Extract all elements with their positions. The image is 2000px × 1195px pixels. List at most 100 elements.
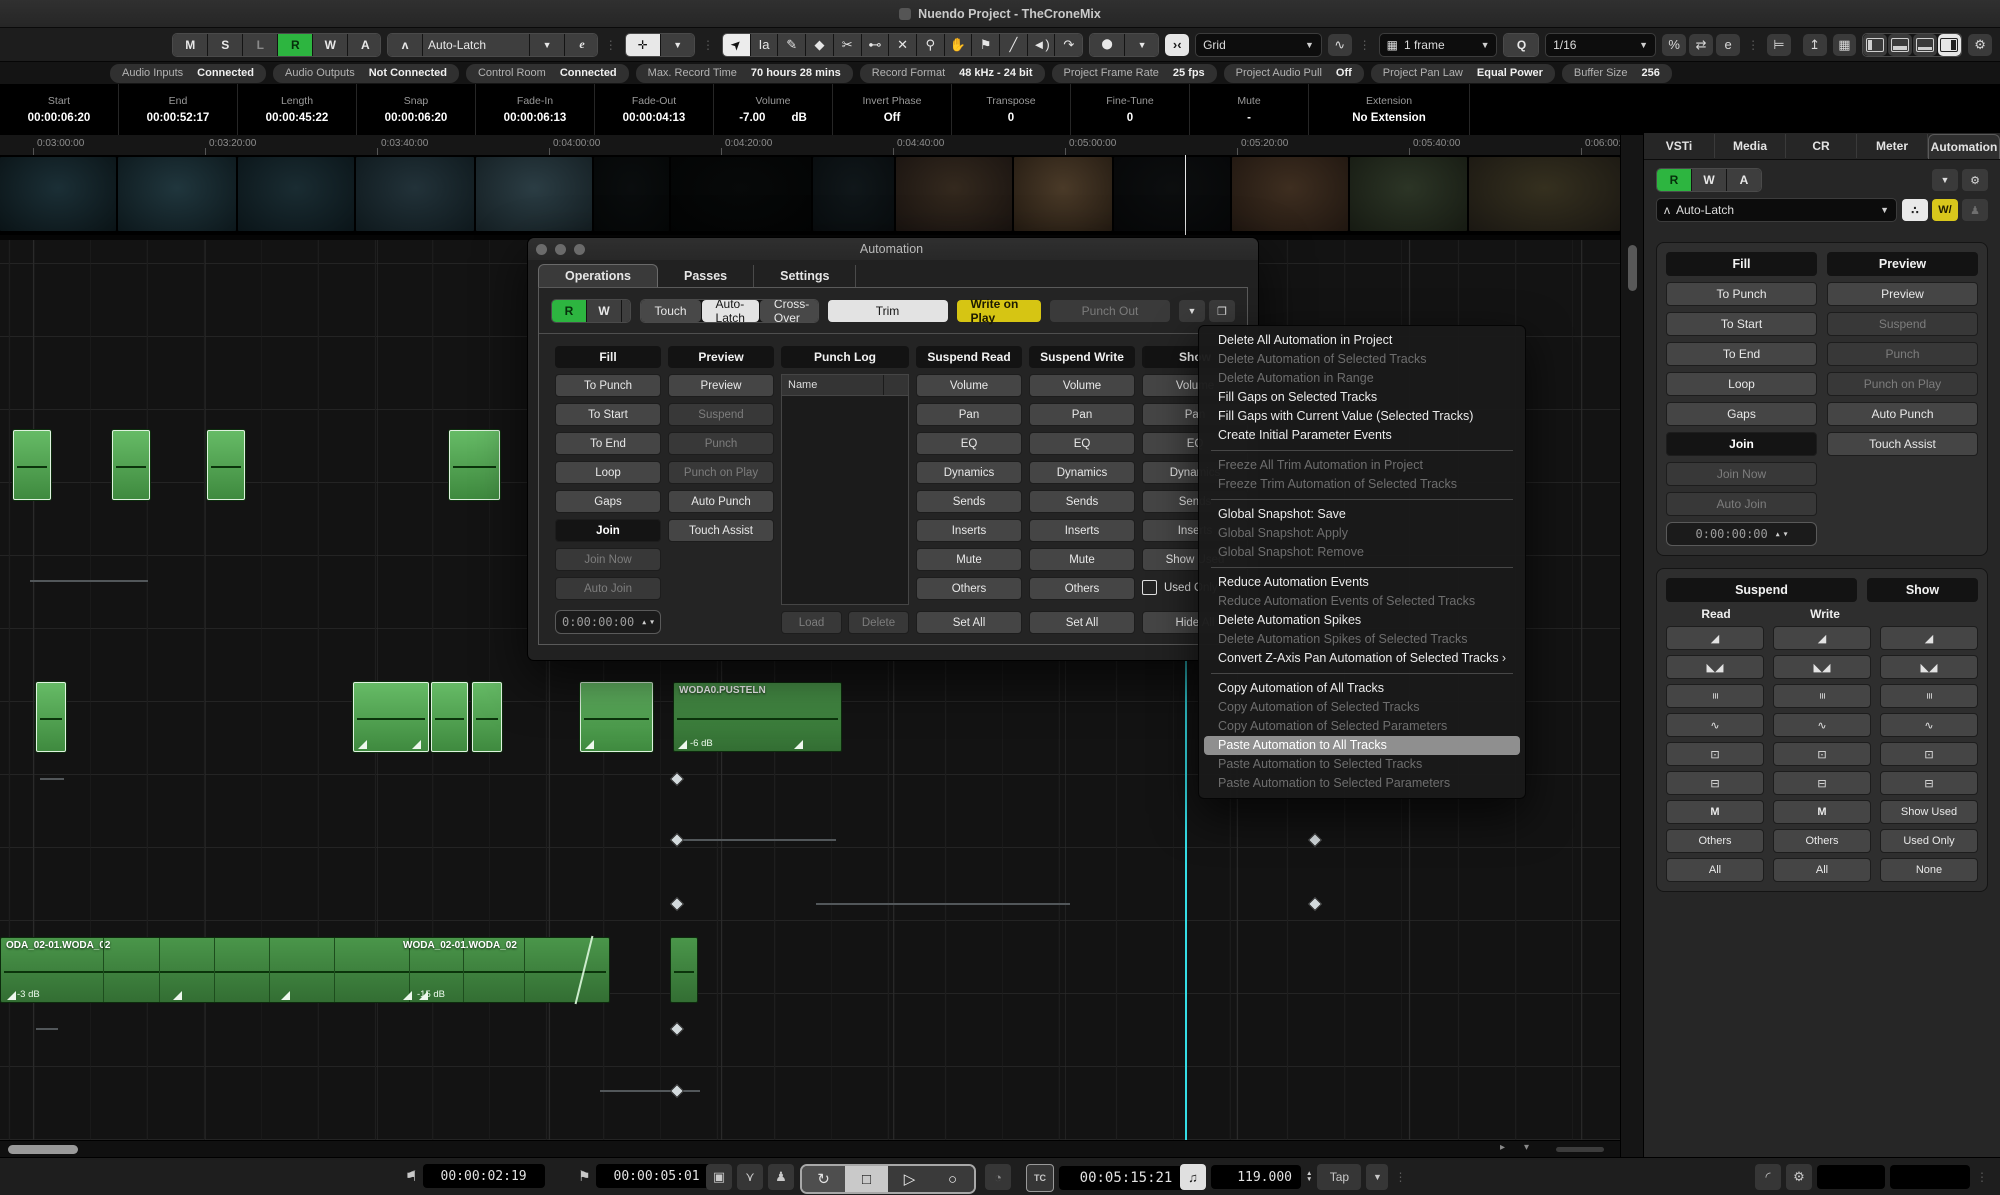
object-selection-tool[interactable]: ➤: [723, 34, 750, 56]
menu-item[interactable]: Reduce Automation Events: [1204, 573, 1520, 592]
menu-item[interactable]: Create Initial Parameter Events: [1204, 426, 1520, 445]
audio-clip[interactable]: [449, 430, 500, 500]
audio-clip[interactable]: [431, 682, 468, 752]
set-all-button[interactable]: Set All: [916, 611, 1022, 634]
right-locator-flag-icon[interactable]: ⚑: [578, 1168, 591, 1185]
preview-button[interactable]: Preview: [668, 374, 774, 397]
suspend-read-all-button[interactable]: All: [1666, 858, 1764, 882]
info-field-invert-phase[interactable]: Invert PhaseOff: [833, 84, 952, 135]
join-button[interactable]: Join: [1666, 432, 1817, 456]
tempo-stepper[interactable]: ▲▼: [1306, 1171, 1312, 1183]
automation-point[interactable]: [670, 1084, 684, 1098]
audio-clip[interactable]: [472, 682, 502, 752]
range-selection-tool[interactable]: Ia: [751, 34, 778, 56]
mute-button[interactable]: Mute: [916, 548, 1022, 571]
show-dynamics-button[interactable]: ∿: [1880, 713, 1978, 737]
audio-clip[interactable]: [353, 682, 429, 752]
info-field-transpose[interactable]: Transpose0: [952, 84, 1071, 135]
automation-curves-icon[interactable]: ∴: [1902, 199, 1928, 221]
play-tool[interactable]: ◄): [1028, 34, 1055, 56]
fade-settings-icon[interactable]: ◜: [1755, 1164, 1781, 1190]
stop-button[interactable]: □: [845, 1166, 888, 1192]
show-inserts-button[interactable]: ⊟: [1880, 771, 1978, 795]
suspend-read-sends-button[interactable]: ⊡: [1666, 742, 1764, 766]
track-w-button[interactable]: W: [313, 34, 347, 56]
automation-point[interactable]: [1308, 897, 1322, 911]
quantize-select[interactable]: 1/16 ▼: [1545, 33, 1656, 57]
toggle-right-zone-button[interactable]: [1938, 34, 1962, 56]
to-end-button[interactable]: To End: [1666, 342, 1817, 366]
grid-type-select[interactable]: Grid ▼: [1195, 33, 1322, 57]
show-others-button[interactable]: Used Only: [1880, 829, 1978, 853]
suspend-write-inserts-button[interactable]: ⊟: [1773, 771, 1871, 795]
mode-auto-latch[interactable]: Auto-Latch: [702, 300, 759, 322]
pan-button[interactable]: Pan: [1029, 403, 1135, 426]
horizontal-scrollbar[interactable]: ▸ ▾: [0, 1140, 1620, 1158]
eq-button[interactable]: EQ: [916, 432, 1022, 455]
volume-button[interactable]: Volume: [916, 374, 1022, 397]
cycle-button[interactable]: ↻: [802, 1166, 845, 1192]
info-field-fine-tune[interactable]: Fine-Tune0: [1071, 84, 1190, 135]
automation-point[interactable]: [1308, 833, 1322, 847]
info-field-mute[interactable]: Mute-: [1190, 84, 1309, 135]
tab-operations[interactable]: Operations: [538, 264, 658, 287]
line-tool[interactable]: ╱: [1000, 34, 1027, 56]
loop-button[interactable]: Loop: [555, 461, 661, 484]
suspend-write-volume-button[interactable]: ◢: [1773, 626, 1871, 650]
tab-automation[interactable]: Automation: [1928, 134, 2000, 159]
track-a-button[interactable]: A: [348, 34, 381, 56]
suspend-read-inserts-button[interactable]: ⊟: [1666, 771, 1764, 795]
hand-tool[interactable]: ✋: [945, 34, 972, 56]
zoom-slider[interactable]: [1556, 1147, 1604, 1152]
tab-media[interactable]: Media: [1715, 134, 1786, 158]
show-eq-button[interactable]: ≡: [1880, 684, 1978, 708]
automation-point[interactable]: [670, 772, 684, 786]
suspend-write-pan-button[interactable]: ◣◢: [1773, 655, 1871, 679]
workspace-icon[interactable]: ✛: [626, 34, 660, 56]
menu-item[interactable]: Paste Automation to All Tracks: [1204, 736, 1520, 755]
tab-settings[interactable]: Settings: [754, 265, 856, 287]
left-locator-flag-icon[interactable]: ⚑: [405, 1168, 418, 1185]
suspend-write-all-button[interactable]: All: [1773, 858, 1871, 882]
workspace-dropdown-icon[interactable]: ▼: [661, 34, 695, 56]
color-tool-icon[interactable]: ⬤: [1090, 34, 1124, 56]
copy-icon[interactable]: ❐: [1209, 300, 1235, 322]
suspend-write-mute-button[interactable]: M: [1773, 800, 1871, 824]
write-on-play-button[interactable]: Write on Play: [957, 300, 1042, 322]
left-locator-time[interactable]: 00:00:02:19: [423, 1164, 545, 1188]
empty-display-field[interactable]: [1817, 1165, 1885, 1189]
pan-button[interactable]: Pan: [916, 403, 1022, 426]
time-stepper[interactable]: ▲ ▼: [642, 619, 654, 625]
toggle-bottom-zone-button[interactable]: [1913, 34, 1937, 56]
automation-settings-button[interactable]: e: [565, 34, 598, 56]
automation-r-button[interactable]: R: [1657, 169, 1691, 191]
menu-item[interactable]: Convert Z-Axis Pan Automation of Selecte…: [1204, 649, 1520, 668]
automation-point[interactable]: [670, 833, 684, 847]
track-l-button[interactable]: L: [243, 34, 277, 56]
touch-assist-button[interactable]: Touch Assist: [668, 519, 774, 542]
show-all-button[interactable]: None: [1880, 858, 1978, 882]
suspend-read-mute-button[interactable]: M: [1666, 800, 1764, 824]
inserts-button[interactable]: Inserts: [916, 519, 1022, 542]
fade-handle-icon[interactable]: [403, 991, 412, 1000]
dialog-title-bar[interactable]: Automation: [528, 238, 1258, 260]
toggle-lower-zone-button[interactable]: [1888, 34, 1912, 56]
zoom-preset-icon[interactable]: ▸: [1500, 1142, 1505, 1153]
close-icon[interactable]: [536, 244, 547, 255]
show-pan-button[interactable]: ◣◢: [1880, 655, 1978, 679]
sends-button[interactable]: Sends: [1029, 490, 1135, 513]
tab-meter[interactable]: Meter: [1857, 134, 1928, 158]
record-button[interactable]: ○: [931, 1166, 974, 1192]
info-field-volume[interactable]: Volume-7.00dB: [714, 84, 833, 135]
automation-w-button[interactable]: W: [1692, 169, 1726, 191]
info-field-fade-in[interactable]: Fade-In00:00:06:13: [476, 84, 595, 135]
zoom-tool[interactable]: ⚲: [917, 34, 944, 56]
audio-clip[interactable]: [580, 682, 653, 752]
automation-point[interactable]: [670, 897, 684, 911]
preview-button[interactable]: Preview: [1827, 282, 1978, 306]
erase-tool[interactable]: ◆: [806, 34, 833, 56]
dynamics-button[interactable]: Dynamics: [1029, 461, 1135, 484]
mute-button[interactable]: Mute: [1029, 548, 1135, 571]
snap-mode-icon[interactable]: ∿: [1328, 34, 1352, 56]
punch-out-icon[interactable]: ♟: [768, 1164, 794, 1190]
